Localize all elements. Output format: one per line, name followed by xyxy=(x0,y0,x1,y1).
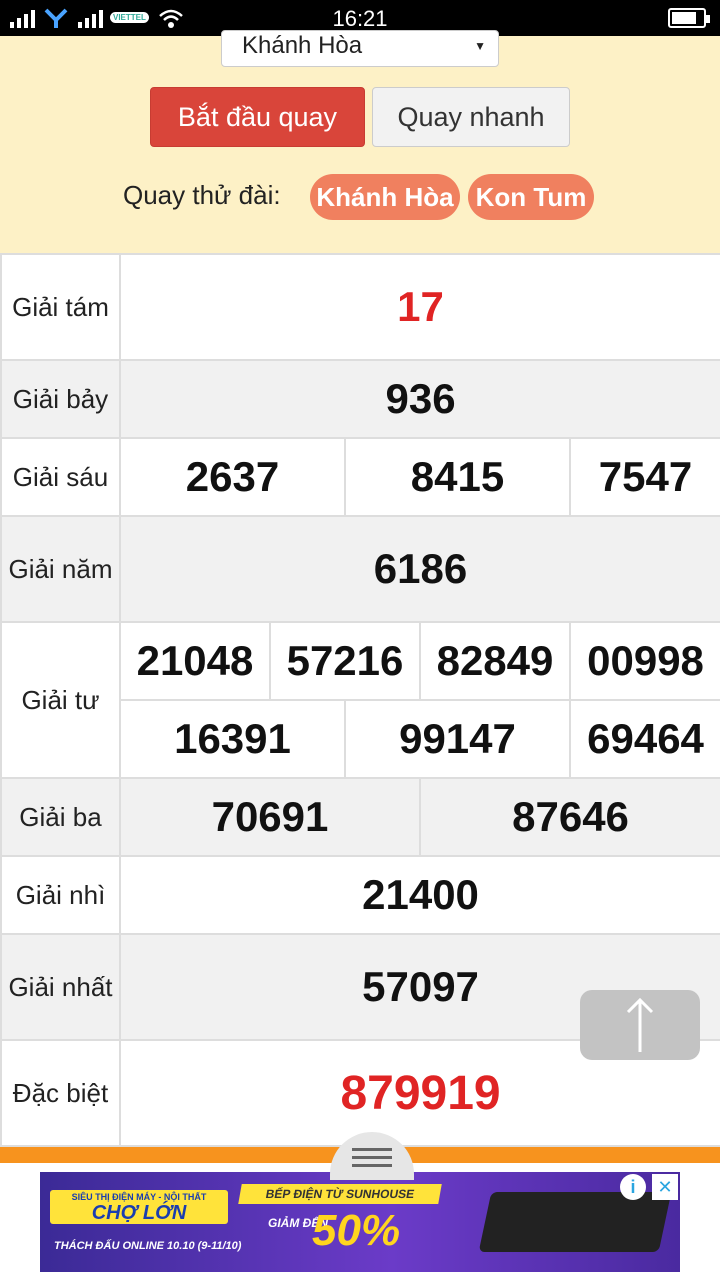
close-icon[interactable]: ✕ xyxy=(652,1174,678,1200)
row-giai-bay: Giải bảy 936 xyxy=(0,359,720,439)
prize-number: 57216 xyxy=(269,621,421,701)
station-select-value: Khánh Hòa xyxy=(242,32,363,59)
quick-spin-button[interactable]: Quay nhanh xyxy=(372,87,570,147)
station-pill-kon-tum[interactable]: Kon Tum xyxy=(468,174,594,220)
info-icon[interactable]: i xyxy=(620,1174,646,1200)
prize-number: 00998 xyxy=(568,621,720,701)
row-giai-nhi: Giải nhì 21400 xyxy=(0,855,720,935)
ad-headline: BẾP ĐIỆN TỪ SUNHOUSE xyxy=(238,1184,442,1204)
prize-label: Giải nhất xyxy=(0,933,121,1041)
prize-number: 87646 xyxy=(418,777,720,857)
ad-banner[interactable]: SIÊU THỊ ĐIỆN MÁY - NỘI THẤT CHỢ LỚN THÁ… xyxy=(40,1172,680,1272)
ad-brand-box: SIÊU THỊ ĐIỆN MÁY - NỘI THẤT CHỢ LỚN xyxy=(50,1190,228,1224)
row-giai-sau: Giải sáu 2637 8415 7547 xyxy=(0,437,720,517)
battery-icon xyxy=(668,8,710,28)
station-select[interactable]: Khánh Hòa ▼ xyxy=(221,30,499,67)
prize-label: Giải ba xyxy=(0,777,121,857)
prize-label: Giải nhì xyxy=(0,855,121,935)
row-giai-ba: Giải ba 70691 87646 xyxy=(0,777,720,857)
try-station-label: Quay thử đài: xyxy=(123,180,281,210)
prize-label: Giải năm xyxy=(0,515,121,623)
ad-banner-area: SIÊU THỊ ĐIỆN MÁY - NỘI THẤT CHỢ LỚN THÁ… xyxy=(0,1163,720,1280)
prize-label: Giải sáu xyxy=(0,437,121,517)
prize-label: Giải tám xyxy=(0,253,121,361)
prize-number: 2637 xyxy=(119,437,346,517)
ad-promo: THÁCH ĐẤU ONLINE 10.10 (9-11/10) xyxy=(54,1240,241,1252)
prize-number: 69464 xyxy=(568,699,720,779)
start-spin-button[interactable]: Bắt đầu quay xyxy=(150,87,365,147)
ad-promo-text: THÁCH ĐẤU ONLINE 10.10 xyxy=(54,1240,195,1252)
prize-number: 7547 xyxy=(568,437,720,517)
prize-label: Giải bảy xyxy=(0,359,121,439)
prize-number: 6186 xyxy=(118,515,720,623)
prize-number: 16391 xyxy=(119,699,346,779)
clock: 16:21 xyxy=(332,6,388,31)
prize-number: 21400 xyxy=(118,855,720,935)
row-giai-tu: Giải tư 21048 57216 82849 00998 xyxy=(0,621,720,779)
prize-number: 82849 xyxy=(419,621,571,701)
try-station-row: Quay thử đài: Khánh Hòa Kon Tum xyxy=(0,174,720,222)
prize-number: 8415 xyxy=(344,437,571,517)
menu-icon xyxy=(352,1148,392,1151)
scroll-to-top-button[interactable] xyxy=(580,990,700,1060)
ad-discount: 50% xyxy=(312,1206,401,1255)
ad-product-image xyxy=(478,1192,672,1252)
ad-promo-dates: (9-11/10) xyxy=(197,1240,242,1252)
arrow-up-icon xyxy=(626,997,654,1052)
ad-tagline: SIÊU THỊ ĐIỆN MÁY - NỘI THẤT xyxy=(71,1192,207,1202)
station-pill-khanh-hoa[interactable]: Khánh Hòa xyxy=(310,174,460,220)
prize-label: Giải tư xyxy=(0,621,121,779)
prize-number: 21048 xyxy=(119,621,271,701)
row-giai-nam: Giải năm 6186 xyxy=(0,515,720,623)
prize-number: 99147 xyxy=(344,699,571,779)
control-panel: Khánh Hòa ▼ Bắt đầu quay Quay nhanh Quay… xyxy=(0,30,720,253)
chevron-down-icon: ▼ xyxy=(474,39,486,53)
prize-number: 936 xyxy=(118,359,720,439)
prize-number: 70691 xyxy=(119,777,421,857)
row-giai-tam: Giải tám 17 xyxy=(0,253,720,361)
prize-label: Đặc biệt xyxy=(0,1039,121,1147)
prize-number: 17 xyxy=(118,253,720,361)
ad-brand: CHỢ LỚN xyxy=(91,1202,187,1224)
